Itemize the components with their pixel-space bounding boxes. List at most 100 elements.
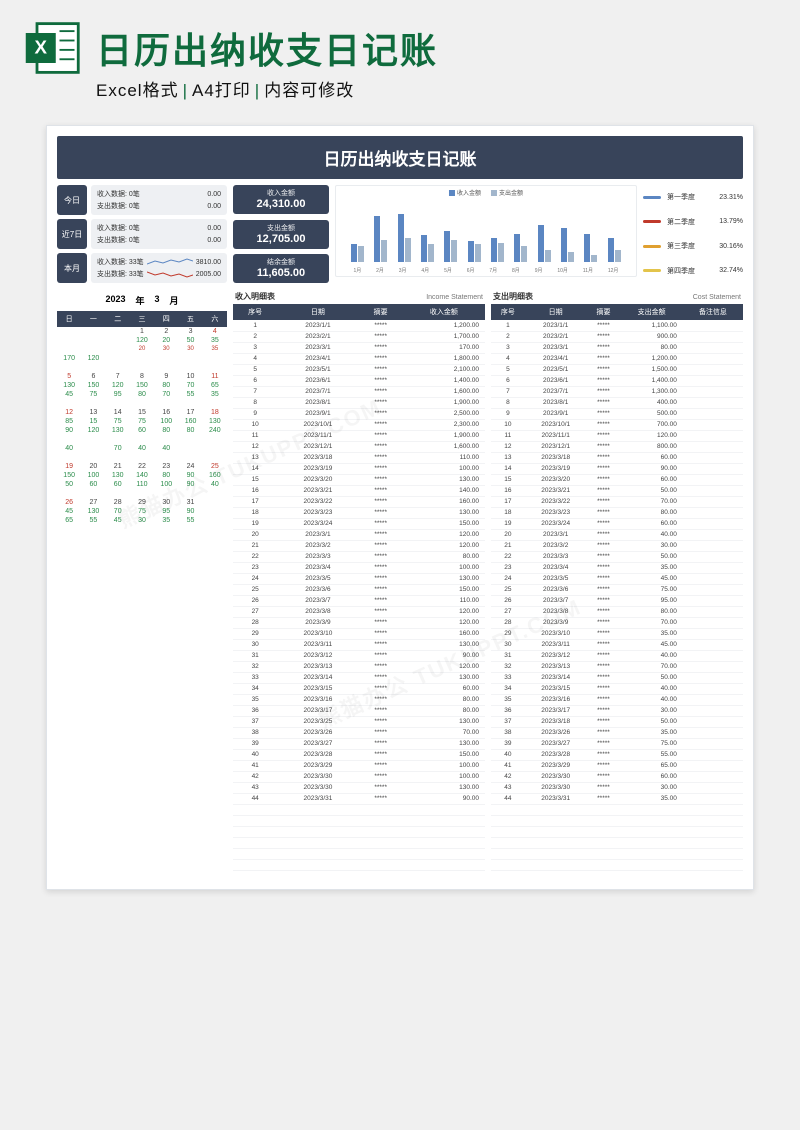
cal-cell[interactable]: 27130: [81, 498, 105, 516]
ledger-row[interactable]: 122023/12/1*****800.00: [491, 441, 743, 452]
cal-cell[interactable]: 980: [154, 372, 178, 390]
cal-cell[interactable]: [203, 516, 227, 534]
ledger-row-empty[interactable]: [491, 837, 743, 848]
cal-cell[interactable]: 43535: [203, 327, 227, 354]
cal-cell[interactable]: 120: [81, 426, 105, 444]
ledger-row[interactable]: 22023/2/1*****900.00: [491, 331, 743, 342]
ledger-row[interactable]: 342023/3/15*****40.00: [491, 683, 743, 694]
ledger-row[interactable]: 32023/3/1*****80.00: [491, 342, 743, 353]
cal-cell[interactable]: 40: [154, 444, 178, 462]
ledger-row[interactable]: 262023/3/7*****110.00: [233, 595, 485, 606]
cal-cell[interactable]: 40: [57, 444, 81, 462]
ledger-row[interactable]: 162023/3/21*****50.00: [491, 485, 743, 496]
ledger-row[interactable]: 222023/3/3*****50.00: [491, 551, 743, 562]
cal-cell[interactable]: 112020: [130, 327, 154, 354]
cal-cell[interactable]: 80: [178, 426, 202, 444]
cal-cell[interactable]: 80: [154, 426, 178, 444]
cal-cell[interactable]: 35: [203, 390, 227, 408]
cal-cell[interactable]: 90: [178, 480, 202, 498]
ledger-row[interactable]: 252023/3/6*****75.00: [491, 584, 743, 595]
ledger-row[interactable]: 12023/1/1*****1,200.00: [233, 320, 485, 331]
cal-cell[interactable]: 3190: [178, 498, 202, 516]
ledger-row[interactable]: 432023/3/30*****30.00: [491, 782, 743, 793]
cal-cell[interactable]: 2645: [57, 498, 81, 516]
ledger-row[interactable]: 132023/3/18*****60.00: [491, 452, 743, 463]
ledger-row[interactable]: 172023/3/22*****70.00: [491, 496, 743, 507]
cal-cell[interactable]: 1285: [57, 408, 81, 426]
ledger-row-empty[interactable]: [233, 826, 485, 837]
ledger-row[interactable]: 72023/7/1*****1,300.00: [491, 386, 743, 397]
ledger-row[interactable]: 192023/3/24*****150.00: [233, 518, 485, 529]
ledger-row[interactable]: 322023/3/13*****70.00: [491, 661, 743, 672]
cal-cell[interactable]: 18130: [203, 408, 227, 426]
ledger-row-empty[interactable]: [491, 826, 743, 837]
cal-cell[interactable]: 25160: [203, 462, 227, 480]
cal-cell[interactable]: [130, 354, 154, 372]
cal-cell[interactable]: 120: [81, 354, 105, 372]
ledger-row[interactable]: 152023/3/20*****60.00: [491, 474, 743, 485]
cal-cell[interactable]: 40: [130, 444, 154, 462]
ledger-row-empty[interactable]: [233, 815, 485, 826]
cal-cell[interactable]: 60: [106, 480, 130, 498]
cal-cell[interactable]: 1315: [81, 408, 105, 426]
cal-cell[interactable]: 110: [130, 480, 154, 498]
ledger-row[interactable]: 142023/3/19*****100.00: [233, 463, 485, 474]
ledger-row[interactable]: 192023/3/24*****60.00: [491, 518, 743, 529]
ledger-row-empty[interactable]: [491, 815, 743, 826]
cal-cell[interactable]: 19150: [57, 462, 81, 480]
ledger-row[interactable]: 212023/3/2*****30.00: [491, 540, 743, 551]
ledger-row[interactable]: 272023/3/8*****80.00: [491, 606, 743, 617]
cal-cell[interactable]: 3095: [154, 498, 178, 516]
cal-cell[interactable]: [154, 354, 178, 372]
ledger-row[interactable]: 412023/3/29*****100.00: [233, 760, 485, 771]
cal-cell[interactable]: [57, 327, 81, 354]
cal-cell[interactable]: 45: [106, 516, 130, 534]
ledger-row[interactable]: 232023/3/4*****35.00: [491, 562, 743, 573]
ledger-row[interactable]: 392023/3/27*****75.00: [491, 738, 743, 749]
cal-cell[interactable]: 45: [57, 390, 81, 408]
cal-cell[interactable]: 75: [81, 390, 105, 408]
ledger-row[interactable]: 362023/3/17*****30.00: [491, 705, 743, 716]
cal-cell[interactable]: [81, 444, 105, 462]
cal-cell[interactable]: 21130: [106, 462, 130, 480]
ledger-row-empty[interactable]: [233, 804, 485, 815]
ledger-row[interactable]: 32023/3/1*****170.00: [233, 342, 485, 353]
ledger-row[interactable]: 362023/3/17*****80.00: [233, 705, 485, 716]
ledger-row[interactable]: 102023/10/1*****2,300.00: [233, 419, 485, 430]
ledger-row[interactable]: 382023/3/26*****70.00: [233, 727, 485, 738]
ledger-row[interactable]: 422023/3/30*****100.00: [233, 771, 485, 782]
ledger-row[interactable]: 182023/3/23*****80.00: [491, 507, 743, 518]
ledger-row[interactable]: 352023/3/16*****80.00: [233, 694, 485, 705]
ledger-row[interactable]: 352023/3/16*****40.00: [491, 694, 743, 705]
ledger-row[interactable]: 122023/12/1*****1,600.00: [233, 441, 485, 452]
ledger-row[interactable]: 72023/7/1*****1,600.00: [233, 386, 485, 397]
ledger-row-empty[interactable]: [233, 848, 485, 859]
cal-cell[interactable]: 8150: [130, 372, 154, 390]
ledger-row[interactable]: 372023/3/25*****130.00: [233, 716, 485, 727]
ledger-row[interactable]: 42023/4/1*****1,200.00: [491, 353, 743, 364]
cal-cell[interactable]: [203, 354, 227, 372]
ledger-row[interactable]: 292023/3/10*****35.00: [491, 628, 743, 639]
cal-cell[interactable]: 6150: [81, 372, 105, 390]
cal-cell[interactable]: 95: [106, 390, 130, 408]
ledger-row-empty[interactable]: [491, 848, 743, 859]
ledger-row[interactable]: 402023/3/28*****55.00: [491, 749, 743, 760]
cal-cell[interactable]: 22030: [154, 327, 178, 354]
ledger-row[interactable]: 412023/3/29*****65.00: [491, 760, 743, 771]
ledger-row-empty[interactable]: [491, 859, 743, 870]
ledger-row[interactable]: 152023/3/20*****130.00: [233, 474, 485, 485]
ledger-row[interactable]: 112023/11/1*****120.00: [491, 430, 743, 441]
ledger-row-empty[interactable]: [233, 837, 485, 848]
cal-cell[interactable]: 17160: [178, 408, 202, 426]
cal-cell[interactable]: [106, 354, 130, 372]
cal-cell[interactable]: 30: [130, 516, 154, 534]
cal-cell[interactable]: 90: [57, 426, 81, 444]
ledger-row[interactable]: 242023/3/5*****45.00: [491, 573, 743, 584]
cal-cell[interactable]: 70: [106, 444, 130, 462]
cal-cell[interactable]: 80: [130, 390, 154, 408]
cal-cell[interactable]: 2490: [178, 462, 202, 480]
ledger-row[interactable]: 52023/5/1*****1,500.00: [491, 364, 743, 375]
ledger-row[interactable]: 312023/3/12*****40.00: [491, 650, 743, 661]
cal-cell[interactable]: 240: [203, 426, 227, 444]
ledger-row[interactable]: 302023/3/11*****130.00: [233, 639, 485, 650]
